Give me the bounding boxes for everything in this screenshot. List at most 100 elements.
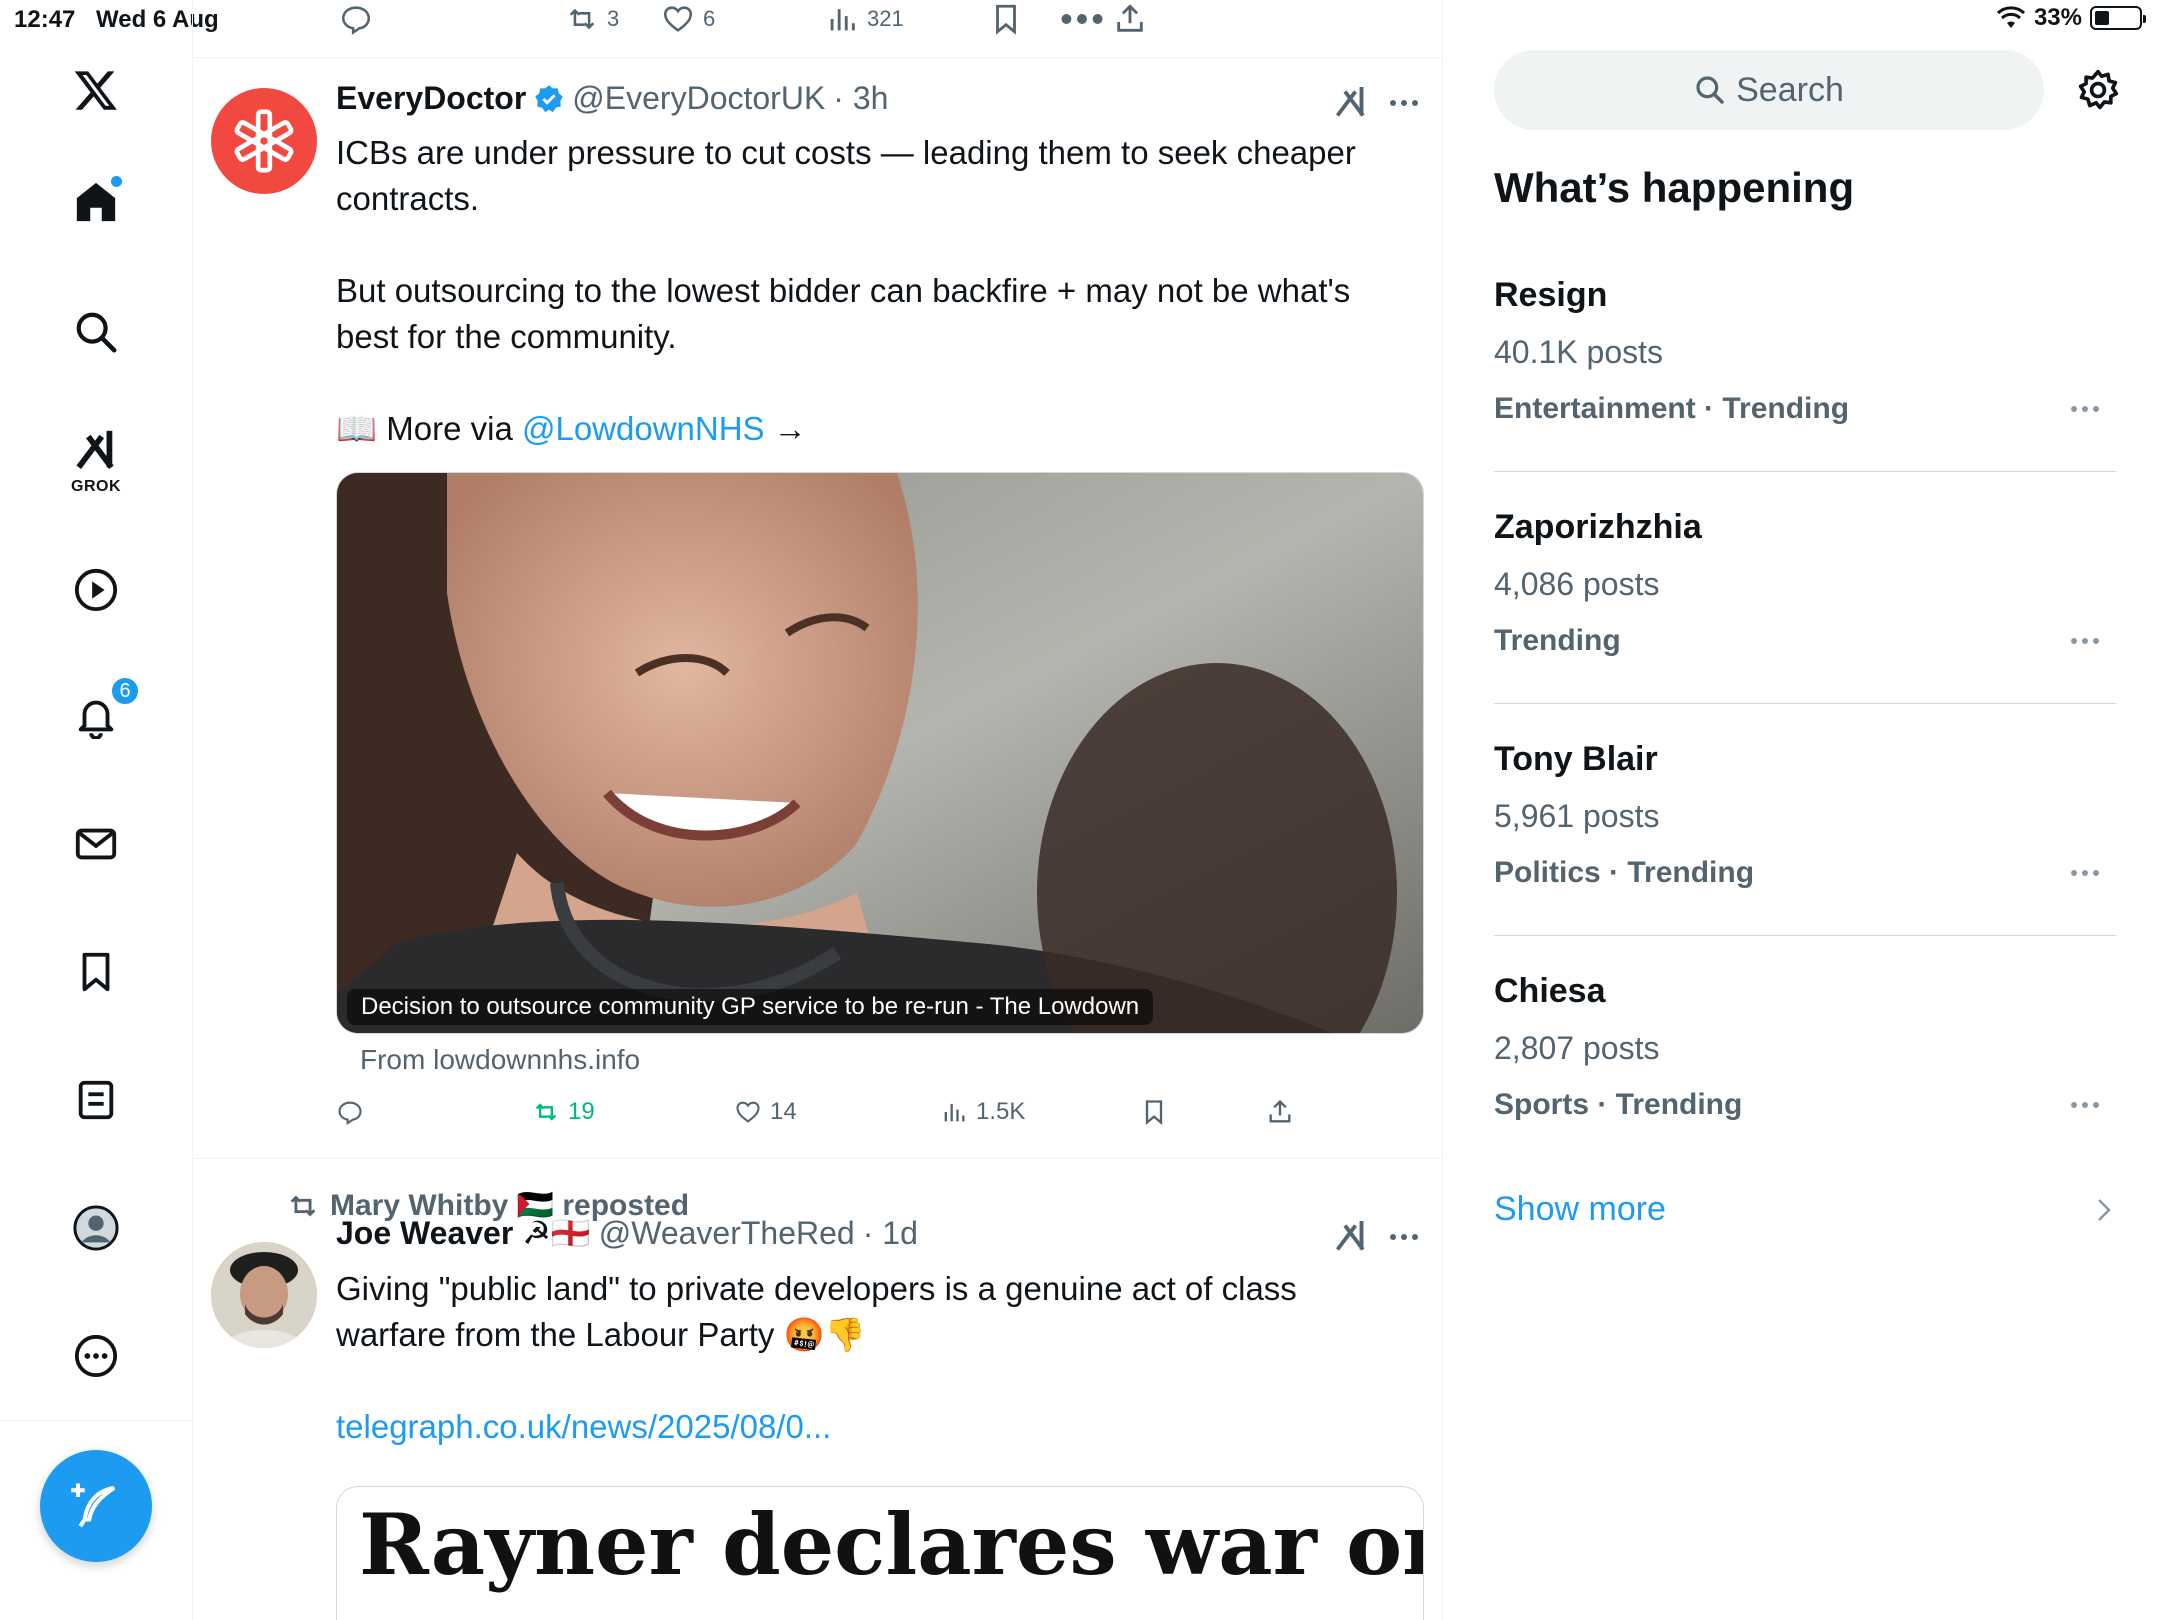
- search-input[interactable]: Search: [1494, 50, 2044, 130]
- tweet-more-icon[interactable]: [1389, 98, 1419, 108]
- everydoctor-star-logo-icon: [234, 109, 294, 173]
- notifications-bell-icon[interactable]: 6: [66, 676, 140, 746]
- retweet-button[interactable]: 19: [532, 1098, 595, 1126]
- heart-icon: [736, 1101, 760, 1123]
- search-icon[interactable]: [66, 302, 126, 362]
- trend-more-icon[interactable]: [2070, 1100, 2100, 1110]
- tweet-header: EveryDoctor @EveryDoctorUK · 3h: [336, 80, 888, 117]
- profile-avatar-icon[interactable]: [66, 1198, 126, 1258]
- tweet-joe-weaver[interactable]: Mary Whitby 🇵🇸 reposted Joe Weaver ☭🏴󠁧󠁢󠁥…: [193, 1160, 1442, 1620]
- bookmark-button[interactable]: [1140, 1098, 1168, 1126]
- trend-more-icon[interactable]: [2070, 868, 2100, 878]
- more-actions-button[interactable]: [1059, 2, 1105, 36]
- bookmarks-icon[interactable]: [66, 942, 126, 1002]
- post-time[interactable]: · 3h: [833, 80, 888, 117]
- card-photo-doctor-smiling: [337, 473, 1423, 1033]
- left-nav: GROK 6: [0, 0, 193, 1620]
- tweet-everydoctor[interactable]: EveryDoctor @EveryDoctorUK · 3h ICBs are…: [193, 58, 1442, 1162]
- tweet-text-line: contracts.: [336, 180, 480, 217]
- trend-item[interactable]: Resign 40.1K posts Entertainment · Trend…: [1494, 240, 2116, 472]
- grok-explain-icon[interactable]: [1333, 84, 1369, 120]
- bookmark-icon: [996, 4, 1016, 35]
- views-button[interactable]: 1.5K: [940, 1098, 1025, 1126]
- messages-envelope-icon[interactable]: [66, 814, 126, 874]
- author-handle[interactable]: @WeaverTheRed: [599, 1215, 855, 1252]
- retweet-icon: [569, 8, 595, 30]
- article-headline: Rayner declares war on: [359, 1495, 1424, 1594]
- author-handle[interactable]: @EveryDoctorUK: [572, 80, 825, 117]
- tweet-more-icon[interactable]: [1389, 1232, 1419, 1242]
- views-chart-icon: [944, 1103, 965, 1122]
- verified-badge-icon: [535, 84, 564, 112]
- x-logo-icon[interactable]: [66, 60, 126, 120]
- grok-label: GROK: [71, 478, 121, 495]
- home-icon[interactable]: [66, 172, 126, 232]
- notifications-badge: 6: [110, 676, 140, 706]
- reply-button[interactable]: [336, 1098, 364, 1126]
- post-time[interactable]: · 1d: [863, 1215, 918, 1252]
- link-preview-card[interactable]: Decision to outsource community GP servi…: [336, 472, 1424, 1034]
- reply-button[interactable]: [339, 2, 373, 36]
- views-button[interactable]: 321: [825, 2, 904, 36]
- views-chart-icon: [830, 9, 855, 31]
- bookmark-icon: [1145, 1100, 1163, 1125]
- everydoctor-avatar[interactable]: [211, 88, 317, 194]
- tweet-text-line: best for the community.: [336, 318, 677, 355]
- trend-item[interactable]: Chiesa 2,807 posts Sports · Trending: [1494, 936, 2116, 1168]
- like-count: 14: [770, 1098, 797, 1125]
- trend-category: Trending: [1494, 624, 1621, 657]
- author-name[interactable]: Joe Weaver ☭🏴󠁧󠁢󠁥󠁮󠁧󠁿: [336, 1214, 591, 1252]
- tweet-header: Joe Weaver ☭🏴󠁧󠁢󠁥󠁮󠁧󠁿 @WeaverTheRed · 1d: [336, 1214, 918, 1252]
- tweet-text-line: But outsourcing to the lowest bidder can…: [336, 272, 1351, 309]
- retweet-icon: [290, 1194, 316, 1217]
- retweet-button[interactable]: 3: [565, 2, 619, 36]
- joe-weaver-avatar[interactable]: [211, 1242, 317, 1348]
- bookmark-button[interactable]: [989, 2, 1023, 36]
- share-button[interactable]: [1266, 1098, 1294, 1126]
- like-count: 6: [703, 6, 716, 31]
- lists-icon[interactable]: [66, 1070, 126, 1130]
- whats-happening-title: What’s happening: [1494, 164, 1855, 211]
- grok-icon[interactable]: [66, 420, 126, 480]
- trend-item[interactable]: Zaporizhzhia 4,086 posts Trending: [1494, 472, 2116, 704]
- trend-post-count: 40.1K posts: [1494, 334, 1663, 370]
- article-link[interactable]: telegraph.co.uk/news/2025/08/0...: [336, 1404, 1396, 1450]
- heart-icon: [663, 6, 693, 32]
- trend-name: Resign: [1494, 276, 1608, 314]
- retweet-count: 19: [568, 1098, 595, 1125]
- author-name[interactable]: EveryDoctor: [336, 80, 526, 117]
- share-button[interactable]: [1113, 2, 1147, 36]
- trend-post-count: 2,807 posts: [1494, 1030, 1660, 1066]
- arrow-suffix: →: [764, 410, 807, 447]
- trend-more-icon[interactable]: [2070, 404, 2100, 414]
- view-count: 1.5K: [976, 1098, 1026, 1125]
- tweet-divider: [193, 1158, 1442, 1159]
- article-preview-card[interactable]: Rayner declares war on: [336, 1486, 1424, 1620]
- retweet-icon: [535, 1103, 557, 1121]
- like-button[interactable]: 14: [734, 1098, 797, 1126]
- view-count: 321: [867, 6, 904, 31]
- more-options-circle-icon[interactable]: [66, 1326, 126, 1386]
- card-caption: Decision to outsource community GP servi…: [347, 989, 1154, 1025]
- like-button[interactable]: 6: [661, 2, 715, 36]
- timeline-feed: 3 6 321 EveryDoctor @EveryDoctorUK · 3h: [193, 0, 1443, 1620]
- tweet-text-line: 📖 More via @LowdownNHS →: [336, 406, 1396, 452]
- grok-explain-icon[interactable]: [1333, 1218, 1369, 1254]
- trend-more-icon[interactable]: [2070, 636, 2100, 646]
- show-more-link[interactable]: Show more: [1494, 1190, 1666, 1229]
- reply-icon: [338, 1101, 362, 1126]
- mention-link[interactable]: @LowdownNHS: [522, 410, 765, 447]
- tweet-actions: 19 14 1.5K: [336, 1098, 1336, 1138]
- trend-item[interactable]: Tony Blair 5,961 posts Politics · Trendi…: [1494, 704, 2116, 936]
- compose-post-button[interactable]: [40, 1450, 152, 1562]
- previous-tweet-actions: 3 6 321: [193, 0, 1442, 58]
- trend-name: Tony Blair: [1494, 740, 1658, 778]
- chevron-right-icon[interactable]: [2094, 1196, 2114, 1224]
- trend-category: Sports · Trending: [1494, 1088, 1743, 1121]
- share-icon: [1269, 1099, 1291, 1123]
- trend-category: Politics · Trending: [1494, 856, 1755, 889]
- video-play-icon[interactable]: [66, 560, 126, 620]
- card-source[interactable]: From lowdownnhs.info: [360, 1044, 640, 1076]
- settings-gear-icon[interactable]: [2076, 68, 2120, 112]
- profile-photo: [211, 1242, 317, 1348]
